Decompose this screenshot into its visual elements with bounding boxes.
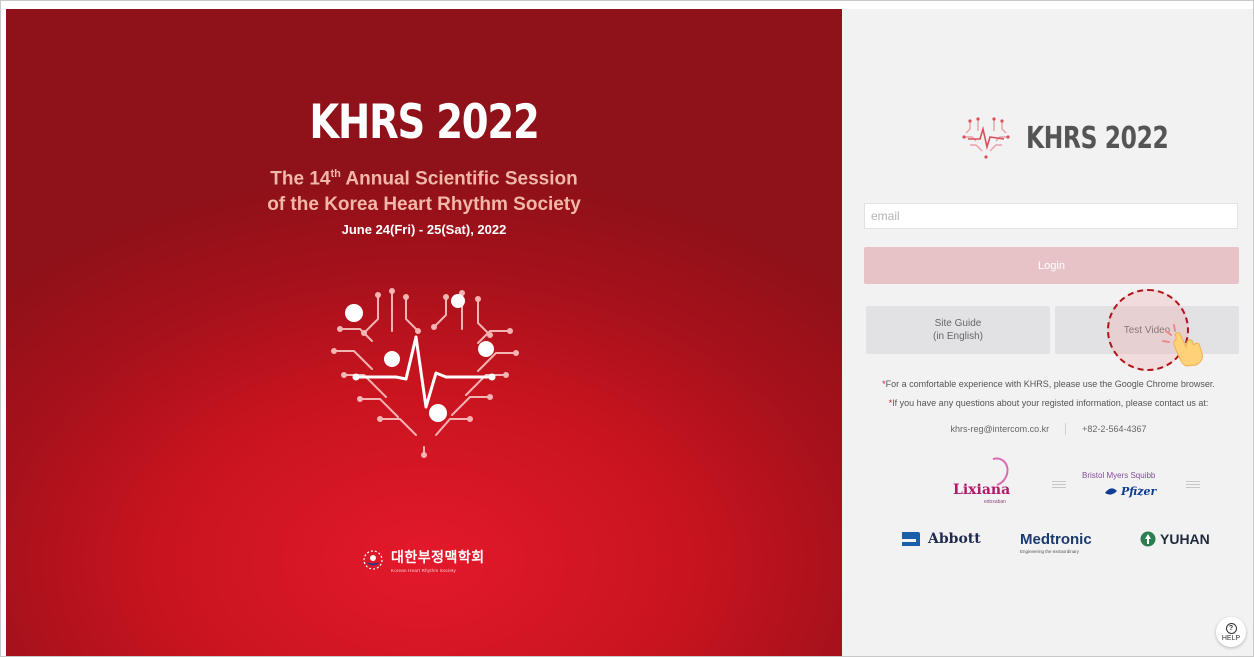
medtronic-tagline: Engineering the extraordinary	[1020, 549, 1080, 554]
panel-brand-title: KHRS 2022	[1026, 120, 1169, 156]
help-label: HELP	[1221, 634, 1241, 642]
hero-subtitle-line2: of the Korea Heart Rhythm Society	[267, 194, 581, 216]
divider-stripes-icon	[1186, 481, 1200, 491]
help-button[interactable]: ? HELP	[1216, 617, 1246, 647]
sponsor-abbott-logo: Abbott	[900, 530, 981, 548]
circuit-heart-icon	[331, 288, 519, 458]
test-video-button[interactable]: Test Video	[1055, 306, 1239, 354]
site-guide-language: (in English)	[932, 331, 984, 342]
subtitle-ordinal-suffix: th	[330, 168, 341, 180]
browser-frame: KHRS 2022 The 14th Annual Scientific Ses…	[0, 0, 1254, 657]
contact-phone: +82-2-564-4367	[1082, 424, 1147, 434]
login-panel: KHRS 2022 Login Site Guide (in English) …	[842, 9, 1253, 656]
panel-brand: KHRS 2022	[960, 115, 1209, 161]
society-name-korean: 대한부정맥학회	[391, 549, 485, 565]
hero-title: KHRS 2022	[309, 95, 539, 150]
society-emblem-icon	[363, 550, 383, 570]
question-mark-icon: ?	[1225, 622, 1237, 634]
lixiana-wordmark: Lixiana	[953, 482, 1011, 498]
divider-stripes-icon	[1052, 481, 1066, 491]
email-input[interactable]	[864, 203, 1238, 229]
yuhan-tree-icon	[1140, 531, 1156, 547]
login-button[interactable]: Login	[864, 247, 1239, 284]
contact-notice-text: If you have any questions about your reg…	[892, 398, 1209, 408]
pfizer-wave-icon	[1105, 487, 1117, 495]
abbott-wordmark: Abbott	[928, 531, 981, 547]
sponsor-lixiana-logo: Lixiana edoxaban	[950, 452, 1014, 507]
site-guide-label: Site Guide	[934, 318, 982, 329]
hero-banner: KHRS 2022 The 14th Annual Scientific Ses…	[6, 9, 842, 656]
sponsor-yuhan-logo: YUHAN	[1140, 531, 1210, 547]
browser-notice: *For a comfortable experience with KHRS,…	[842, 379, 1253, 389]
pfizer-wordmark: Pfizer	[1121, 485, 1157, 498]
lixiana-subtitle: edoxaban	[984, 499, 1006, 505]
circuit-heart-small-icon	[962, 117, 1010, 159]
browser-notice-text: For a comfortable experience with KHRS, …	[885, 379, 1215, 389]
sponsor-medtronic-logo: Medtronic Engineering the extraordinary	[1020, 531, 1092, 554]
contact-email[interactable]: khrs-reg@intercom.co.kr	[951, 424, 1050, 434]
hero-subtitle-line1: The 14th Annual Scientific Session	[6, 161, 842, 192]
sponsor-bms-pfizer-logo: Bristol Myers Squibb Pfizer	[1078, 471, 1178, 507]
yuhan-wordmark: YUHAN	[1160, 531, 1210, 547]
abbott-mark-icon	[902, 532, 920, 546]
site-guide-button[interactable]: Site Guide (in English)	[866, 306, 1050, 354]
subtitle-session: Annual Scientific Session	[340, 168, 578, 190]
contact-divider	[1065, 423, 1067, 435]
society-logo: 대한부정맥학회 Korean Heart Rhythm Society	[362, 547, 485, 573]
hero-subtitle: The 14th Annual Scientific Session of th…	[6, 161, 842, 218]
medtronic-wordmark: Medtronic	[1020, 531, 1092, 548]
bms-wordmark: Bristol Myers Squibb	[1082, 471, 1156, 480]
contact-info: khrs-reg@intercom.co.kr +82-2-564-4367	[842, 423, 1253, 435]
contact-notice: *If you have any questions about your re…	[842, 398, 1253, 408]
subtitle-ordinal: The 14	[270, 168, 331, 190]
society-name-english: Korean Heart Rhythm Society	[391, 568, 456, 573]
event-date: June 24(Fri) - 25(Sat), 2022	[341, 222, 507, 237]
